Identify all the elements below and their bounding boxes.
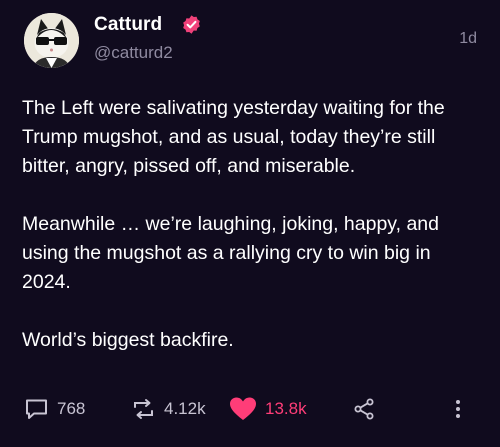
share-button[interactable] [352, 394, 376, 424]
repost-button[interactable]: 4.12k [131, 394, 206, 424]
repost-count: 4.12k [164, 399, 206, 418]
user-handle[interactable]: @catturd2 [94, 43, 173, 63]
heart-icon [229, 396, 257, 422]
display-name[interactable]: Catturd [94, 14, 162, 36]
more-icon [452, 397, 464, 421]
post-body: The Left were salivating yesterday waiti… [22, 94, 482, 384]
post-paragraph: The Left were salivating yesterday waiti… [22, 97, 445, 177]
like-button[interactable]: 13.8k [229, 394, 307, 424]
more-button[interactable] [452, 394, 464, 424]
reply-icon [24, 397, 49, 421]
post-timestamp[interactable]: 1d [459, 30, 477, 48]
post-paragraph: World’s biggest backfire. [22, 329, 234, 351]
reply-count: 768 [57, 399, 86, 418]
repost-icon [131, 397, 156, 421]
reply-button[interactable]: 768 [24, 394, 85, 424]
verified-badge-icon [181, 14, 202, 35]
cat-avatar-icon [24, 13, 79, 68]
share-icon [352, 397, 376, 421]
post-paragraph: Meanwhile … we’re laughing, joking, happ… [22, 213, 439, 293]
avatar[interactable] [24, 13, 79, 68]
action-bar: 768 4.12k 13.8k [0, 394, 500, 424]
like-count: 13.8k [265, 399, 307, 418]
